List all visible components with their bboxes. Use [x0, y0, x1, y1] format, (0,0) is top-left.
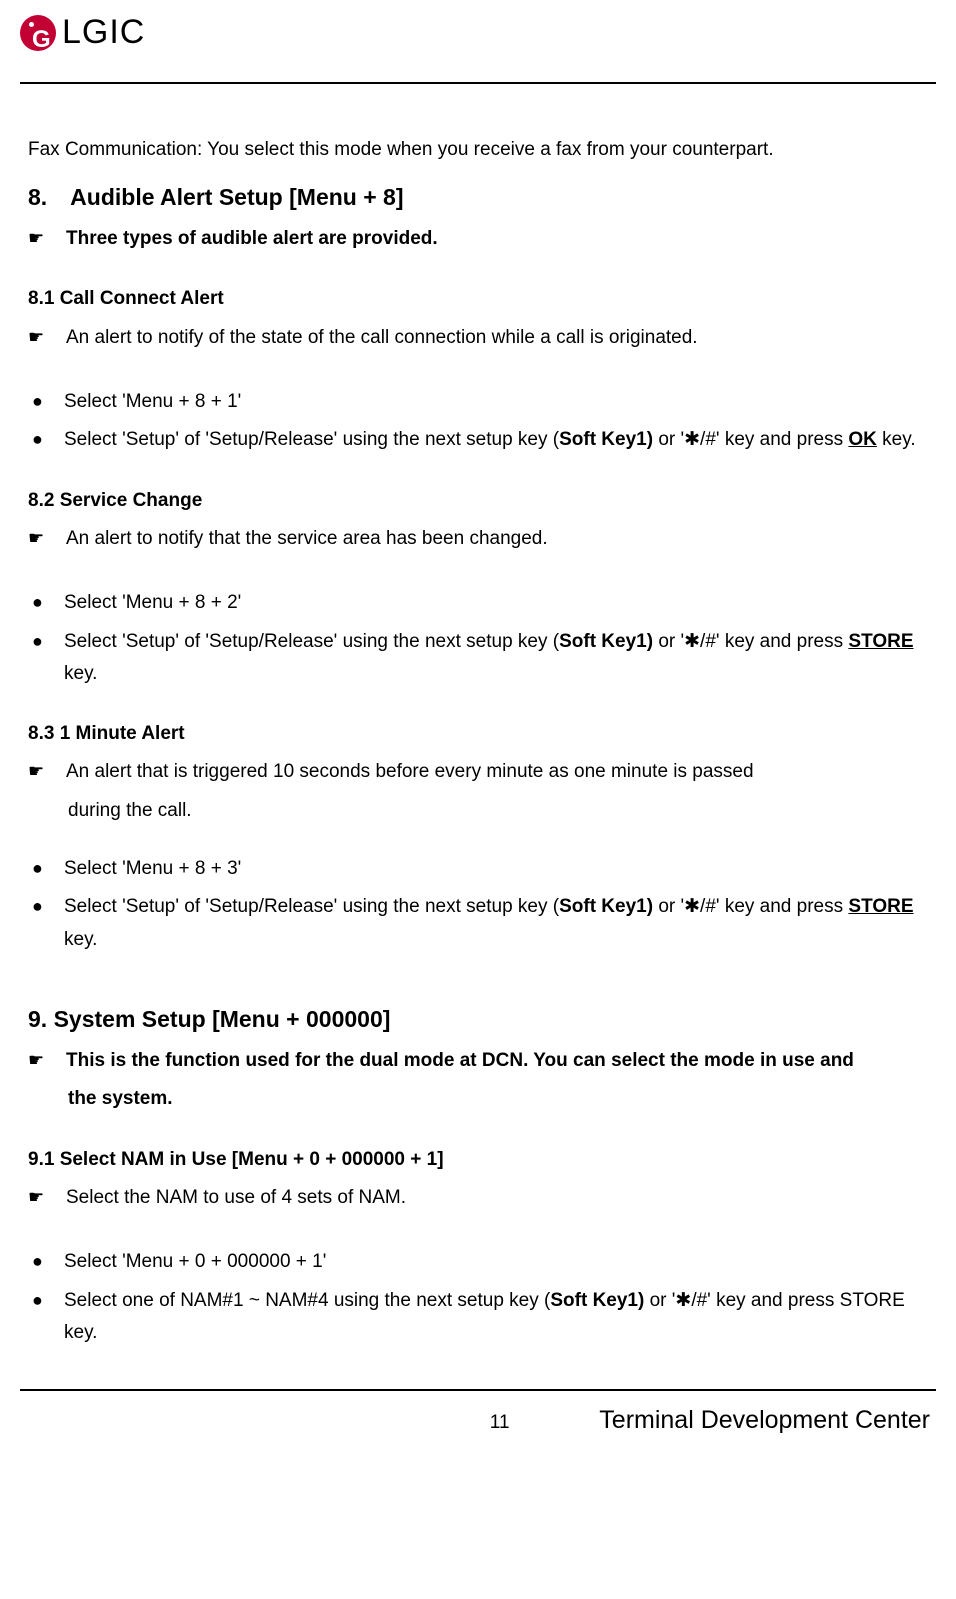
- bullet-icon: ●: [28, 891, 64, 956]
- soft-key-label: Soft Key1): [559, 631, 653, 652]
- pointer-icon: ☛: [28, 1045, 66, 1077]
- soft-key-label: Soft Key1): [559, 429, 653, 450]
- section-8-3-title: 8.3 1 Minute Alert: [28, 718, 936, 750]
- document-body: Fax Communication: You select this mode …: [20, 134, 936, 1349]
- section-9-title: 9. System Setup [Menu + 000000]: [28, 1000, 936, 1039]
- bullet-icon: ●: [28, 626, 64, 691]
- text-line: This is the function used for the dual m…: [66, 1050, 854, 1071]
- text-fragment: or '✱/#' key and press: [653, 631, 848, 652]
- section-9-1-step1: Select 'Menu + 0 + 000000 + 1': [64, 1246, 936, 1278]
- section-8-1-title: 8.1 Call Connect Alert: [28, 283, 936, 315]
- ok-key-label: OK: [848, 429, 877, 450]
- section-8-2-title: 8.2 Service Change: [28, 485, 936, 517]
- soft-key-label: Soft Key1): [559, 896, 653, 917]
- pointer-icon: ☛: [28, 523, 66, 555]
- section-8-title: 8. Audible Alert Setup [Menu + 8]: [28, 178, 936, 217]
- bullet-icon: ●: [28, 1246, 64, 1278]
- text-fragment: key.: [64, 663, 97, 684]
- store-key-label: STORE: [848, 896, 913, 917]
- bullet-icon: ●: [28, 386, 64, 418]
- text-fragment: Select 'Setup' of 'Setup/Release' using …: [64, 631, 559, 652]
- footer-rule: [20, 1389, 936, 1391]
- page-number: 11: [490, 1407, 510, 1439]
- pointer-icon: ☛: [28, 756, 66, 788]
- section-8-intro: Three types of audible alert are provide…: [66, 223, 936, 255]
- store-key-label: STORE: [848, 631, 913, 652]
- section-9-1-title: 9.1 Select NAM in Use [Menu + 0 + 000000…: [28, 1144, 936, 1176]
- section-9-intro-cont: the system.: [28, 1083, 936, 1115]
- section-8-3-desc: An alert that is triggered 10 seconds be…: [66, 756, 936, 788]
- brand-name: LGIC: [62, 4, 145, 62]
- pointer-icon: ☛: [28, 223, 66, 255]
- bullet-icon: ●: [28, 853, 64, 885]
- text-fragment: key.: [64, 929, 97, 950]
- text-fragment: key.: [877, 429, 916, 450]
- text-fragment: or '✱/#' key and press: [653, 429, 848, 450]
- section-8-2-step2: Select 'Setup' of 'Setup/Release' using …: [64, 626, 936, 691]
- text-fragment: Select 'Setup' of 'Setup/Release' using …: [64, 429, 559, 450]
- bullet-icon: ●: [28, 1285, 64, 1350]
- section-8-3-step1: Select 'Menu + 8 + 3': [64, 853, 936, 885]
- section-8-3-step2: Select 'Setup' of 'Setup/Release' using …: [64, 891, 936, 956]
- text-fragment: Select one of NAM#1 ~ NAM#4 using the ne…: [64, 1290, 550, 1311]
- section-8-1-step1: Select 'Menu + 8 + 1': [64, 386, 936, 418]
- text-fragment: or '✱/#' key and press: [653, 896, 848, 917]
- section-8-1-step2: Select 'Setup' of 'Setup/Release' using …: [64, 424, 936, 456]
- section-9-1-desc: Select the NAM to use of 4 sets of NAM.: [66, 1182, 936, 1214]
- pointer-icon: ☛: [28, 322, 66, 354]
- text-line: An alert that is triggered 10 seconds be…: [66, 761, 754, 782]
- page-footer: 11 Terminal Development Center: [20, 1399, 936, 1452]
- section-9-intro: This is the function used for the dual m…: [66, 1045, 936, 1077]
- pointer-icon: ☛: [28, 1182, 66, 1214]
- text-fragment: Select 'Setup' of 'Setup/Release' using …: [64, 896, 559, 917]
- lg-logo-icon: G: [20, 15, 56, 51]
- section-8-2-desc: An alert to notify that the service area…: [66, 523, 936, 555]
- page-header: G LGIC: [20, 0, 936, 78]
- soft-key-label: Soft Key1): [550, 1290, 644, 1311]
- fax-line: Fax Communication: You select this mode …: [28, 134, 936, 166]
- bullet-icon: ●: [28, 587, 64, 619]
- section-8-1-desc: An alert to notify of the state of the c…: [66, 322, 936, 354]
- footer-center-name: Terminal Development Center: [599, 1399, 930, 1442]
- section-9-1-step2: Select one of NAM#1 ~ NAM#4 using the ne…: [64, 1285, 936, 1350]
- section-8-3-desc-cont: during the call.: [28, 795, 936, 827]
- bullet-icon: ●: [28, 424, 64, 456]
- header-rule: [20, 82, 936, 84]
- section-8-2-step1: Select 'Menu + 8 + 2': [64, 587, 936, 619]
